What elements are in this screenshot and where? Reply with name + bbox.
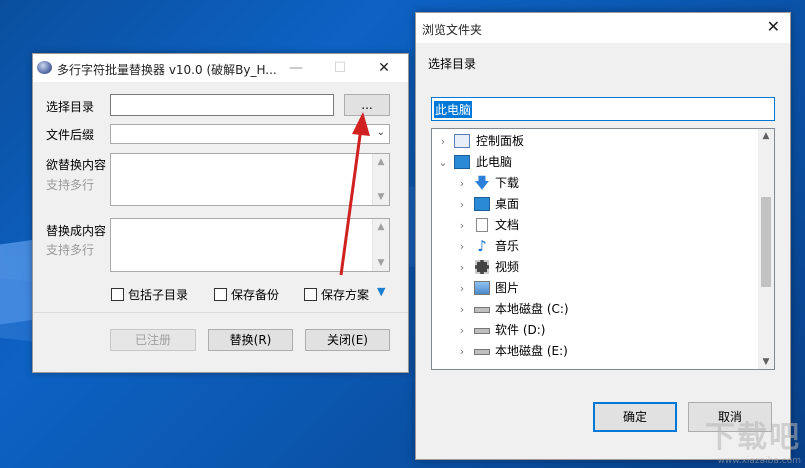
tree-scrollbar[interactable]: ▲ ▼ <box>758 129 774 369</box>
scrollbar-thumb[interactable] <box>761 197 771 287</box>
chevron-right-icon[interactable]: › <box>456 320 468 341</box>
tree-item-drive-e[interactable]: › 本地磁盘 (E:) <box>432 341 758 362</box>
ok-button[interactable]: 确定 <box>593 402 677 432</box>
tree-item-label: 图片 <box>495 281 520 295</box>
chevron-right-icon[interactable]: › <box>456 257 468 278</box>
music-icon: ♪ <box>477 237 487 255</box>
tree-item-downloads[interactable]: › 🡇 下载 <box>432 173 758 194</box>
chevron-right-icon[interactable]: › <box>456 278 468 299</box>
watermark-logo: 下载吧 www.xiazaiba.com <box>705 412 801 466</box>
tree-item-label: 本地磁盘 (E:) <box>495 344 568 358</box>
folder-tree[interactable]: › 控制面板 ⌄ 此电脑 › 🡇 下载 › 桌面 › 文档 › ♪ 音乐 › 视… <box>431 128 775 370</box>
watermark-text: 下载吧 <box>705 420 801 455</box>
scroll-down-icon[interactable]: ▼ <box>758 357 774 367</box>
video-icon <box>475 260 489 274</box>
tree-item-label: 视频 <box>495 260 520 274</box>
tree-item-videos[interactable]: › 视频 <box>432 257 758 278</box>
drive-icon <box>474 328 490 334</box>
tree-item-this-pc[interactable]: ⌄ 此电脑 <box>432 152 758 173</box>
tree-item-label: 桌面 <box>495 197 520 211</box>
tree-item-music[interactable]: › ♪ 音乐 <box>432 236 758 257</box>
dialog-title: 浏览文件夹 <box>422 23 483 37</box>
control-panel-icon <box>454 134 470 148</box>
folder-name-input[interactable]: 此电脑 <box>431 97 775 121</box>
drive-icon <box>474 349 490 355</box>
chevron-right-icon[interactable]: › <box>456 299 468 320</box>
tree-item-label: 下载 <box>495 176 520 190</box>
desktop-icon <box>474 197 490 211</box>
dialog-prompt: 选择目录 <box>428 57 477 71</box>
selected-folder-text: 此电脑 <box>434 101 473 118</box>
chevron-right-icon[interactable]: › <box>437 131 449 152</box>
download-icon: 🡇 <box>474 174 490 192</box>
computer-icon <box>454 155 470 169</box>
tree-item-label: 此电脑 <box>476 155 513 169</box>
close-icon[interactable]: ✕ <box>767 17 780 36</box>
chevron-right-icon[interactable]: › <box>456 341 468 362</box>
chevron-down-icon[interactable]: ⌄ <box>437 152 449 173</box>
tree-item-documents[interactable]: › 文档 <box>432 215 758 236</box>
tree-item-control-panel[interactable]: › 控制面板 <box>432 131 758 152</box>
tree-item-drive-d[interactable]: › 软件 (D:) <box>432 320 758 341</box>
drive-icon <box>474 307 490 313</box>
tree-item-label: 软件 (D:) <box>495 323 546 337</box>
document-icon <box>476 218 488 232</box>
chevron-right-icon[interactable]: › <box>456 194 468 215</box>
tree-item-label: 本地磁盘 (C:) <box>495 302 569 316</box>
chevron-right-icon[interactable]: › <box>456 173 468 194</box>
dialog-title-bar[interactable]: 浏览文件夹 ✕ <box>416 13 790 43</box>
tree-item-drive-c[interactable]: › 本地磁盘 (C:) <box>432 299 758 320</box>
picture-icon <box>474 281 490 295</box>
scroll-up-icon[interactable]: ▲ <box>758 131 774 141</box>
chevron-right-icon[interactable]: › <box>456 215 468 236</box>
tree-item-desktop[interactable]: › 桌面 <box>432 194 758 215</box>
watermark-url: www.xiazaiba.com <box>717 456 801 466</box>
chevron-right-icon[interactable]: › <box>456 236 468 257</box>
tree-item-label: 控制面板 <box>476 134 525 148</box>
tree-item-label: 文档 <box>495 218 520 232</box>
browse-folder-dialog: 浏览文件夹 ✕ 选择目录 此电脑 › 控制面板 ⌄ 此电脑 › 🡇 下载 › 桌… <box>415 12 791 460</box>
tree-item-label: 音乐 <box>495 239 520 253</box>
tree-item-pictures[interactable]: › 图片 <box>432 278 758 299</box>
